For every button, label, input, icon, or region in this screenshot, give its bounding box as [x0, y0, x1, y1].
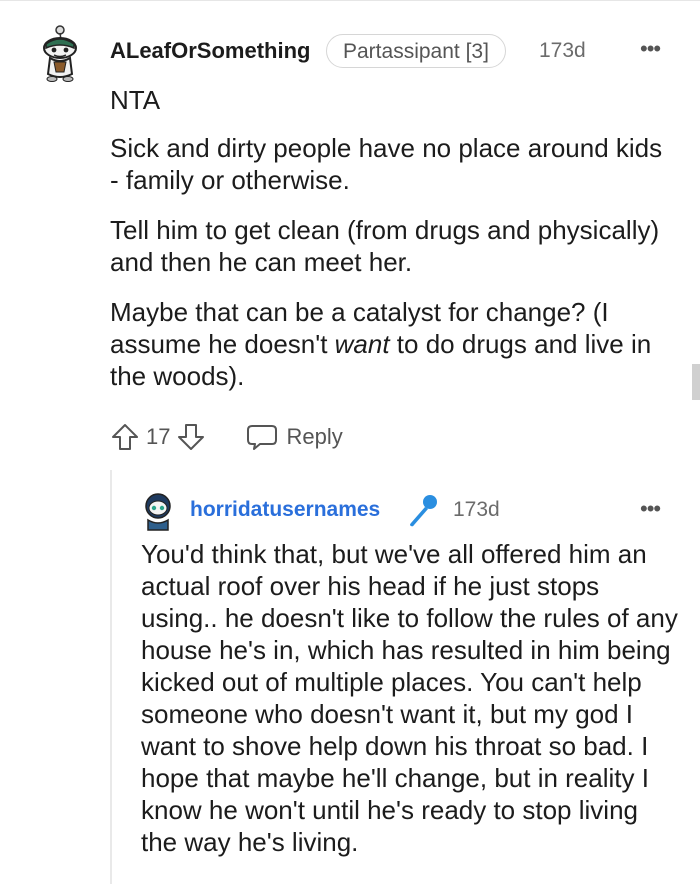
emphasized-text: want	[334, 329, 390, 359]
comment-paragraph: NTA	[110, 85, 161, 115]
upvote-arrow-icon[interactable]	[110, 422, 140, 452]
chat-bubble-icon	[247, 425, 278, 450]
downvote-arrow-icon[interactable]	[176, 422, 206, 452]
comment-paragraph: Maybe that can be a catalyst for change?…	[110, 296, 670, 392]
comment-timestamp: 173d	[539, 39, 586, 62]
microphone-icon	[410, 495, 437, 527]
scrollbar-thumb[interactable]	[692, 364, 700, 400]
snoo-avatar-icon[interactable]	[40, 24, 80, 82]
snoo-avatar-icon[interactable]	[142, 492, 174, 532]
more-options-button[interactable]: •••	[640, 36, 661, 62]
comment-actions: 17 Reply	[110, 420, 343, 454]
thread-line[interactable]	[110, 470, 112, 884]
reply-username[interactable]: horridatusernames	[190, 498, 380, 522]
comment-paragraph: Tell him to get clean (from drugs and ph…	[110, 215, 660, 277]
comment-paragraph: Sick and dirty people have no place arou…	[110, 133, 663, 195]
reply-body: You'd think that, but we've all offered …	[141, 539, 678, 857]
reply-label: Reply	[286, 424, 343, 449]
vote-count: 17	[146, 424, 171, 449]
comment-body: NTA Sick and dirty people have no place …	[110, 84, 670, 410]
more-options-button[interactable]: •••	[640, 496, 661, 522]
comment-username[interactable]: ALeafOrSomething	[110, 38, 310, 64]
reply-timestamp: 173d	[453, 498, 500, 521]
reply-button[interactable]: Reply	[246, 423, 343, 451]
user-flair-badge: Partassipant [3]	[326, 34, 506, 68]
top-divider	[0, 0, 700, 1]
